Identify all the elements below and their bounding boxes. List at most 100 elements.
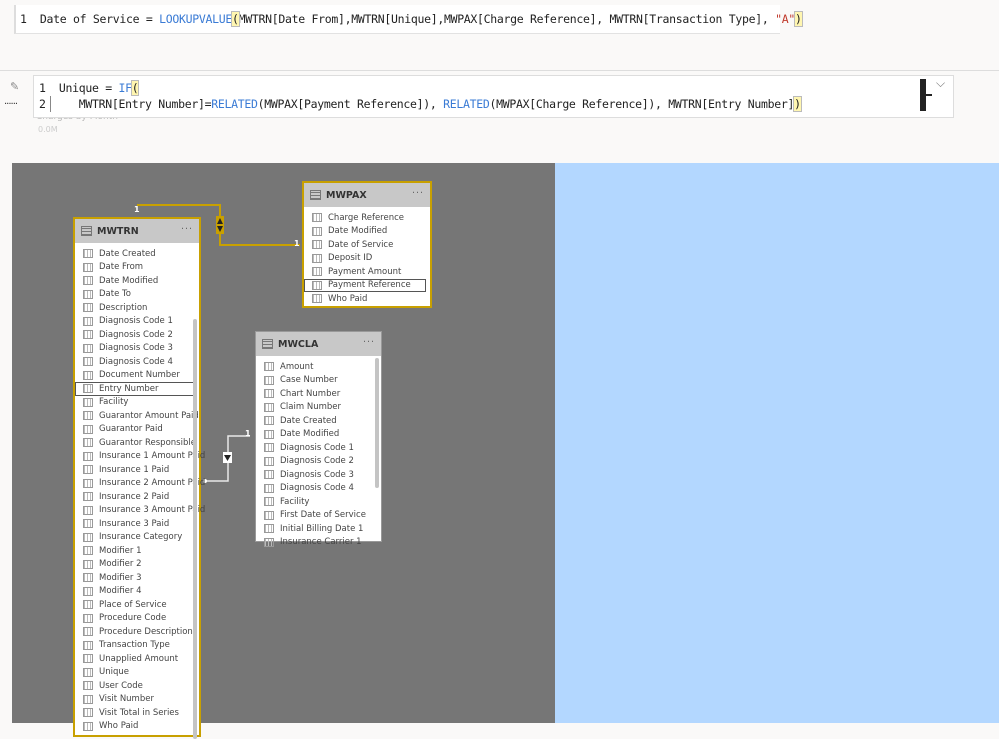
field-row[interactable]: Diagnosis Code 3 [256, 468, 381, 482]
more-options-icon[interactable]: ··· [363, 337, 375, 348]
column-icon [264, 470, 274, 480]
field-row[interactable]: First Date of Service [256, 509, 381, 523]
table-card-mwcla[interactable]: MWCLA ··· Amount Case Number Chart Number Cla… [255, 331, 382, 547]
column-icon [312, 213, 322, 223]
field-row[interactable]: Guarantor Paid [75, 423, 199, 437]
field-row[interactable]: Insurance 1 Paid [75, 463, 199, 477]
field-row[interactable]: Procedure Description [75, 625, 199, 639]
field-name: Procedure Code [99, 613, 167, 624]
table-header[interactable]: MWTRN ··· [75, 219, 199, 243]
field-row[interactable]: Modifier 4 [75, 585, 199, 599]
field-row[interactable]: Date of Service [304, 238, 430, 252]
field-row[interactable]: Insurance Carrier 1 [256, 536, 381, 550]
column-icon [83, 370, 93, 380]
field-row[interactable]: Insurance 2 Amount Paid [75, 477, 205, 491]
field-row[interactable]: Initial Billing Date 1 [256, 522, 381, 536]
field-name: Deposit ID [328, 253, 373, 264]
field-row[interactable]: Date Modified [304, 225, 430, 239]
field-row[interactable]: Procedure Code [75, 612, 199, 626]
column-icon [264, 456, 274, 466]
field-row[interactable]: Facility [256, 495, 381, 509]
field-name: Who Paid [328, 293, 368, 304]
field-row[interactable]: Insurance 3 Paid [75, 517, 199, 531]
field-row[interactable]: Transaction Type [75, 639, 199, 653]
column-icon [83, 330, 93, 340]
field-row[interactable]: Diagnosis Code 1 [256, 441, 381, 455]
field-name: Date From [99, 262, 144, 273]
field-row[interactable]: Claim Number [256, 401, 381, 415]
vertical-scrollbar[interactable] [193, 319, 197, 739]
column-icon [83, 654, 93, 664]
field-row[interactable]: Date Created [75, 247, 199, 261]
field-row[interactable]: Payment Reference [304, 278, 426, 292]
field-row[interactable]: Modifier 1 [75, 544, 199, 558]
column-icon [83, 708, 93, 718]
column-icon [312, 267, 322, 277]
table-card-mwtrn[interactable]: MWTRN ··· Date Created Date From Date Modifi… [73, 217, 205, 739]
field-row[interactable]: Unapplied Amount [75, 652, 199, 666]
field-row[interactable]: Guarantor Responsible [75, 436, 199, 450]
field-name: Guarantor Amount Paid [99, 410, 199, 421]
field-name: Date Modified [328, 226, 388, 237]
field-row[interactable]: Place of Service [75, 598, 199, 612]
table-card-mwpax[interactable]: MWPAX ··· Charge Reference Date Modified Dat… [302, 181, 432, 308]
field-row[interactable]: Description [75, 301, 199, 315]
field-row[interactable]: Date From [75, 261, 199, 275]
field-row[interactable]: Modifier 3 [75, 571, 199, 585]
field-row[interactable]: Date To [75, 288, 199, 302]
field-row[interactable]: Visit Number [75, 693, 199, 707]
field-row[interactable]: Date Modified [75, 274, 199, 288]
field-row[interactable]: Insurance 2 Paid [75, 490, 199, 504]
table-header[interactable]: MWPAX ··· [304, 183, 430, 207]
field-row[interactable]: Date Created [256, 414, 381, 428]
column-icon [312, 253, 322, 263]
field-row[interactable]: Diagnosis Code 3 [75, 342, 199, 356]
column-icon [264, 402, 274, 412]
field-row[interactable]: Modifier 2 [75, 558, 199, 572]
field-row[interactable]: Insurance 1 Amount Paid [75, 450, 205, 464]
field-row[interactable]: Insurance 3 Amount Paid [75, 504, 205, 518]
field-row[interactable]: Guarantor Amount Paid [75, 409, 199, 423]
field-row[interactable]: Diagnosis Code 2 [256, 455, 381, 469]
field-row[interactable]: Visit Total in Series [75, 706, 199, 720]
more-options-icon[interactable]: ··· [412, 188, 424, 199]
field-row[interactable]: Diagnosis Code 2 [75, 328, 199, 342]
field-list: Amount Case Number Chart Number Claim Numbe… [256, 356, 381, 549]
field-row[interactable]: Entry Number [75, 382, 195, 396]
field-row[interactable]: Payment Amount [304, 265, 430, 279]
more-options-icon[interactable]: ··· [181, 224, 193, 235]
field-row[interactable]: Unique [75, 666, 199, 680]
column-icon [83, 492, 93, 502]
field-row[interactable]: User Code [75, 679, 199, 693]
field-name: Charge Reference [328, 212, 405, 223]
vertical-scrollbar[interactable] [375, 358, 379, 488]
field-row[interactable]: Amount [256, 360, 381, 374]
column-icon [83, 438, 93, 448]
field-row[interactable]: Insurance Category [75, 531, 199, 545]
field-row[interactable]: Who Paid [75, 720, 199, 734]
column-icon [264, 416, 274, 426]
column-icon [264, 483, 274, 493]
field-row[interactable]: Document Number [75, 369, 199, 383]
field-row[interactable]: Diagnosis Code 1 [75, 315, 199, 329]
field-name: Modifier 3 [99, 572, 142, 583]
field-row[interactable]: Case Number [256, 374, 381, 388]
field-row[interactable]: Deposit ID [304, 252, 430, 266]
field-name: Procedure Description [99, 626, 193, 637]
field-row[interactable]: Facility [75, 396, 199, 410]
field-row[interactable]: Chart Number [256, 387, 381, 401]
field-name: Payment Reference [328, 280, 411, 291]
table-header[interactable]: MWCLA ··· [256, 332, 381, 356]
field-row[interactable]: Diagnosis Code 4 [256, 482, 381, 496]
column-icon [264, 389, 274, 399]
field-row[interactable]: Diagnosis Code 4 [75, 355, 199, 369]
field-name: Facility [99, 397, 129, 408]
field-name: Claim Number [280, 402, 341, 413]
field-row[interactable]: Charge Reference [304, 211, 430, 225]
field-name: Date of Service [328, 239, 394, 250]
column-icon [83, 627, 93, 637]
column-icon [264, 429, 274, 439]
field-row[interactable]: Date Modified [256, 428, 381, 442]
field-row[interactable]: Who Paid [304, 292, 430, 306]
field-name: Initial Billing Date 1 [280, 523, 364, 534]
